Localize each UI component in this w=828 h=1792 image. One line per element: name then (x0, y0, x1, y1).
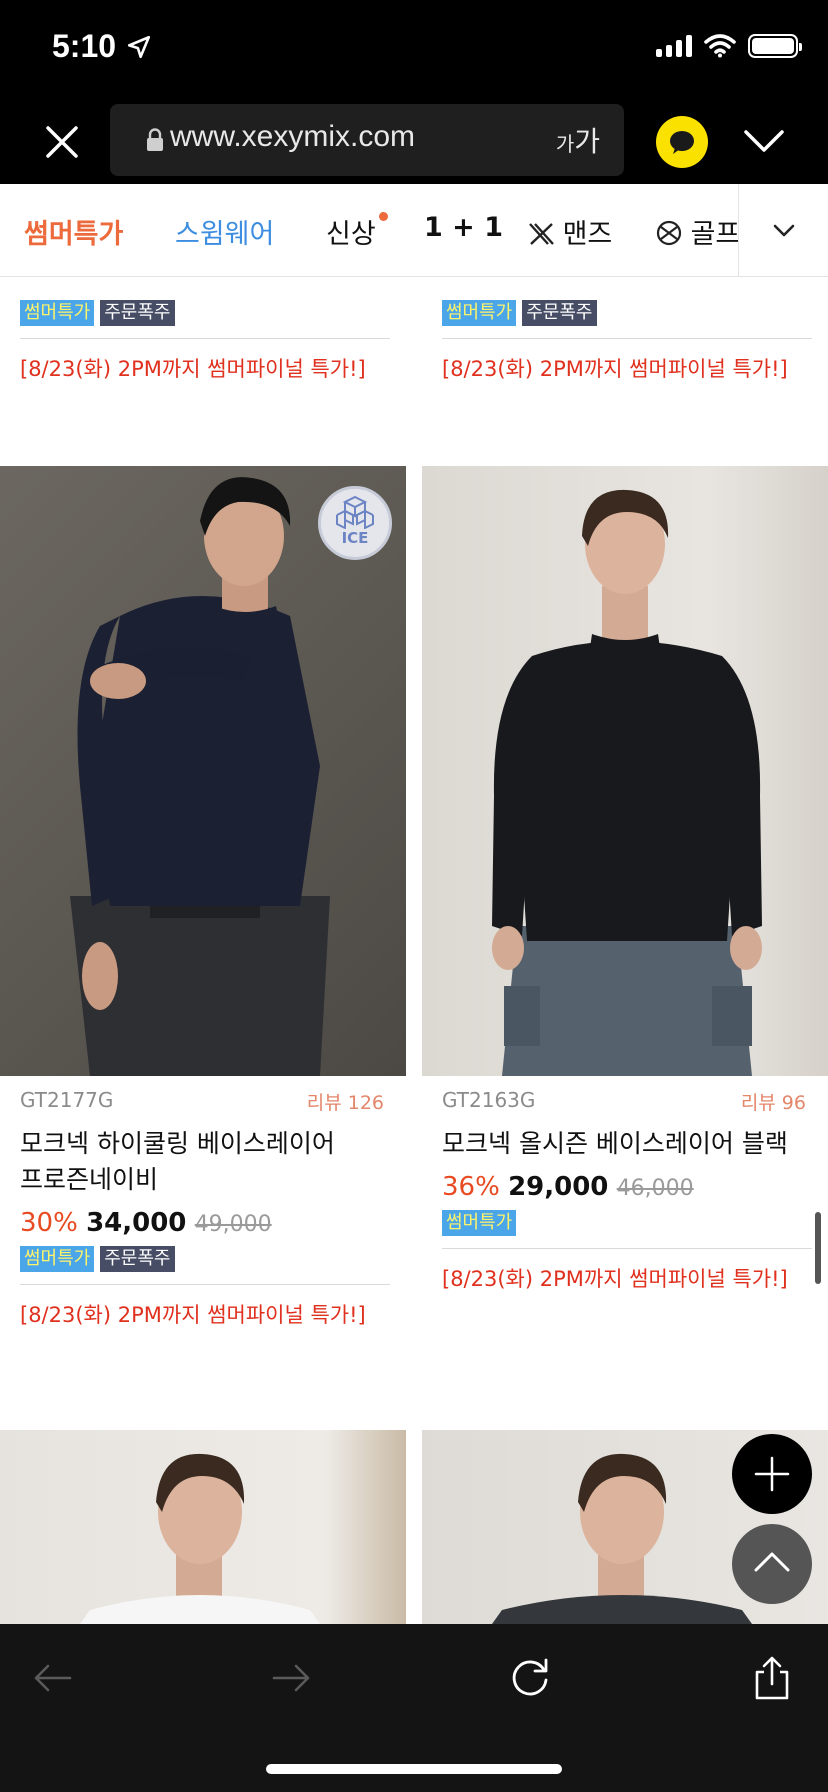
golf-icon (656, 220, 682, 246)
plus-button[interactable] (732, 1434, 812, 1514)
url-text: www.xexymix.com (170, 120, 416, 153)
home-indicator[interactable] (266, 1764, 562, 1774)
product-name[interactable]: 모크넥 올시즌 베이스레이어 블랙 (442, 1126, 808, 1162)
model-illustration (80, 1453, 320, 1624)
category-more-button[interactable] (738, 184, 828, 276)
wifi-icon (704, 34, 736, 58)
scrollbar[interactable] (815, 1212, 821, 1284)
sale-price: 29,000 (508, 1172, 609, 1202)
refresh-icon[interactable] (506, 1654, 554, 1702)
promo-text: [8/23(화) 2PM까지 썸머파이널 특가!] (20, 357, 366, 381)
discount-rate: 30% (20, 1208, 78, 1238)
product-code: GT2177G (20, 1088, 114, 1112)
divider (442, 1248, 812, 1249)
product-card[interactable]: 썸머특가 주문폭주 [8/23(화) 2PM까지 썸머파이널 특가!] (422, 276, 828, 383)
battery-icon (748, 34, 802, 58)
chevron-down-icon[interactable] (742, 122, 786, 162)
tab-mens[interactable]: 맨즈 (528, 212, 612, 251)
tag-hot-order: 주문폭주 (100, 300, 175, 326)
forward-arrow-icon[interactable] (268, 1654, 316, 1702)
category-nav: 썸머특가 스윔웨어 신상 1 + 1 맨즈 골프 (0, 184, 828, 277)
review-count[interactable]: 리뷰 96 (741, 1088, 806, 1115)
share-icon[interactable] (748, 1654, 796, 1702)
signal-icon (656, 35, 692, 57)
product-name-line2[interactable]: 프로즌네이비 (20, 1162, 386, 1198)
back-arrow-icon[interactable] (28, 1654, 76, 1702)
status-bar: 5:10 (0, 0, 828, 100)
kakaotalk-button[interactable] (656, 116, 708, 168)
tab-golf[interactable]: 골프 (656, 212, 740, 251)
ice-cube-icon (336, 495, 374, 530)
product-card[interactable]: 썸머특가 주문폭주 [8/23(화) 2PM까지 썸머파이널 특가!] (0, 276, 406, 383)
promo-text: [8/23(화) 2PM까지 썸머파이널 특가!] (442, 1267, 788, 1291)
url-field[interactable]: www.xexymix.com 가가 (110, 104, 624, 176)
tag-hot-order: 주문폭주 (522, 300, 597, 326)
location-arrow-icon (127, 35, 151, 59)
divider (442, 338, 812, 339)
promo-text: [8/23(화) 2PM까지 썸머파이널 특가!] (20, 1303, 366, 1327)
discount-rate: 36% (442, 1172, 500, 1202)
product-code: GT2163G (442, 1088, 536, 1112)
review-count[interactable]: 리뷰 126 (307, 1088, 384, 1115)
text-size-button[interactable]: 가가 (556, 120, 600, 160)
tag-summer-sale: 썸머특가 (442, 1210, 517, 1236)
new-dot (378, 212, 388, 221)
tab-swimwear[interactable]: 스윔웨어 (175, 212, 274, 251)
divider (20, 338, 390, 339)
tag-summer-sale: 썸머특가 (20, 1246, 95, 1272)
product-name[interactable]: 모크넥 하이쿨링 베이스레이어 (20, 1126, 386, 1162)
xexymix-logo-icon (529, 223, 554, 245)
product-image[interactable]: ICE (0, 466, 406, 1076)
chevron-up-icon (754, 1552, 790, 1572)
plus-icon (754, 1456, 790, 1492)
ice-badge: ICE (318, 486, 392, 560)
close-icon[interactable] (40, 120, 84, 164)
divider (20, 1284, 390, 1285)
browser-address-bar: www.xexymix.com 가가 (0, 100, 828, 184)
product-image[interactable] (422, 466, 828, 1076)
original-price: 46,000 (616, 1176, 694, 1201)
price-line: 36% 29,000 46,000 (442, 1172, 808, 1202)
scroll-to-top-button[interactable] (732, 1524, 812, 1604)
original-price: 49,000 (194, 1212, 272, 1237)
tag-summer-sale: 썸머특가 (442, 300, 517, 326)
model-illustration (492, 489, 762, 1076)
promo-text: [8/23(화) 2PM까지 썸머파이널 특가!] (442, 357, 788, 381)
tag-summer-sale: 썸머특가 (20, 300, 95, 326)
tab-new[interactable]: 신상 (326, 212, 388, 251)
tab-one-plus-one[interactable]: 1 + 1 (424, 212, 503, 243)
chevron-down-icon (773, 224, 795, 237)
ice-badge-label: ICE (341, 529, 369, 547)
price-line: 30% 34,000 49,000 (20, 1208, 386, 1238)
status-icons (656, 34, 802, 58)
product-card[interactable]: GT2177G 리뷰 126 모크넥 하이쿨링 베이스레이어 프로즌네이비 30… (0, 1088, 406, 1329)
chat-bubble-icon (670, 131, 694, 154)
tag-hot-order: 주문폭주 (100, 1246, 175, 1272)
tab-summer-sale[interactable]: 썸머특가 (24, 212, 123, 251)
product-card[interactable]: GT2163G 리뷰 96 모크넥 올시즌 베이스레이어 블랙 36% 29,0… (422, 1088, 828, 1293)
lock-icon (147, 128, 163, 151)
sale-price: 34,000 (86, 1208, 187, 1238)
status-time: 5:10 (52, 28, 117, 64)
product-image[interactable] (0, 1430, 406, 1624)
